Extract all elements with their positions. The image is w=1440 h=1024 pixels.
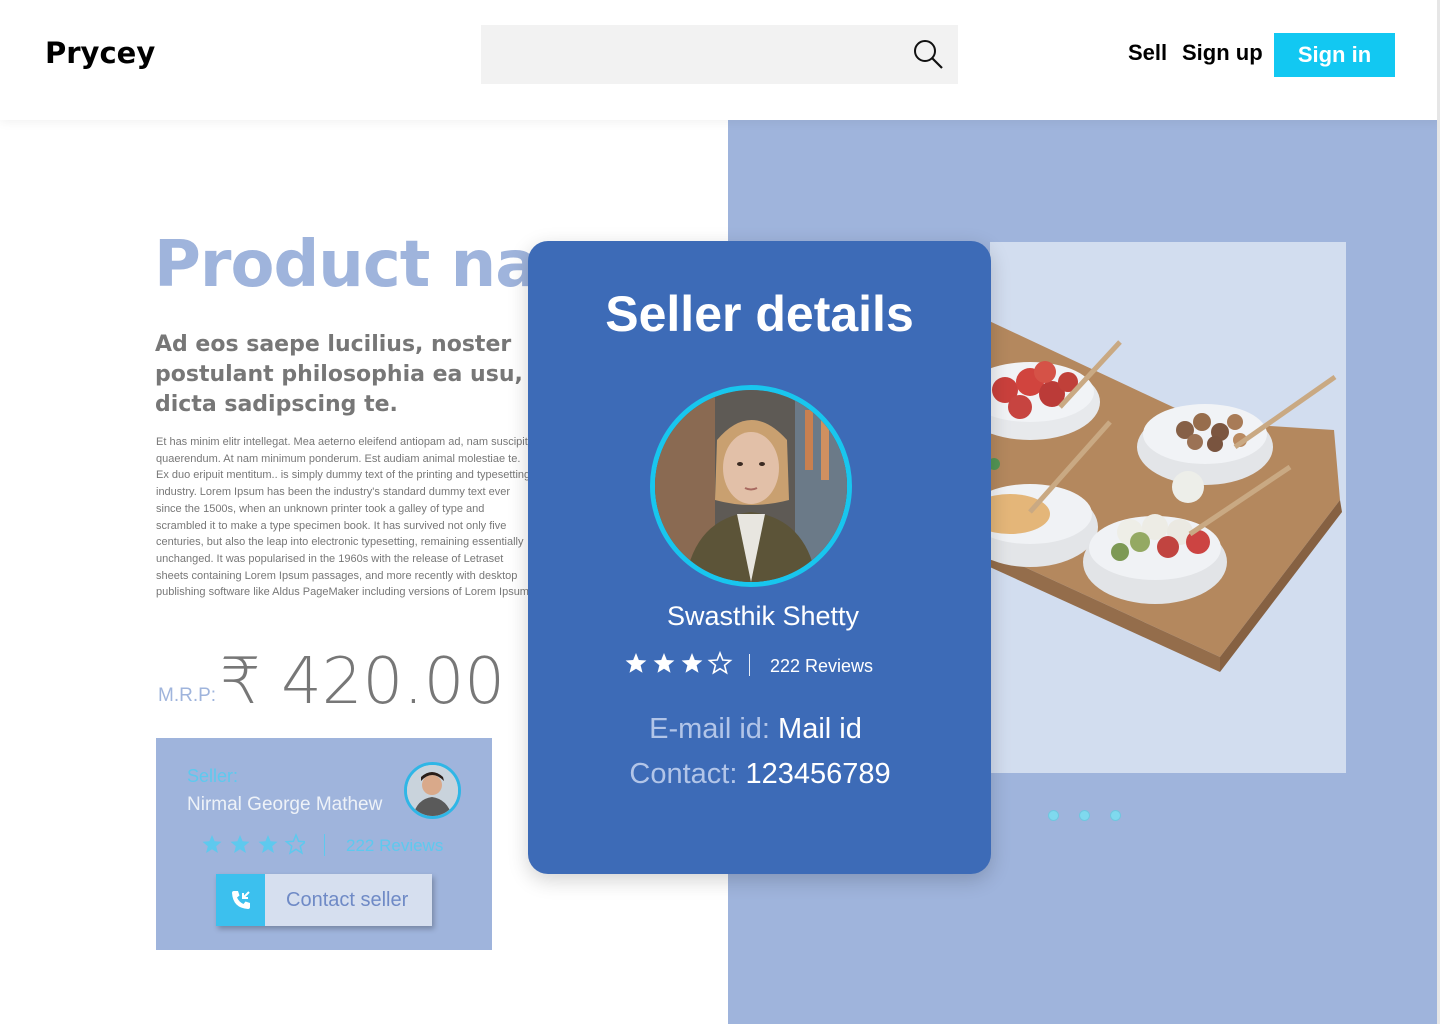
seller-details-divider xyxy=(749,654,750,676)
contact-label: Contact: xyxy=(629,758,738,790)
seller-photo xyxy=(655,390,847,582)
carousel-dot-2[interactable] xyxy=(1079,810,1090,821)
top-header: Prycey Sell Sign up Sign in xyxy=(0,0,1440,120)
seller-summary-card[interactable]: Seller: Nirmal George Mathew 222 Reviews xyxy=(156,738,492,950)
seller-email-row: E-mail id: Mail id xyxy=(528,713,983,746)
seller-details-title: Seller details xyxy=(605,286,914,342)
product-description: Et has minim elitr intellegat. Mea aeter… xyxy=(156,436,533,599)
search-bar[interactable] xyxy=(481,25,958,84)
sign-in-button[interactable]: Sign in xyxy=(1274,33,1395,77)
product-subtitle: Ad eos saepe lucilius, noster postulant … xyxy=(155,332,523,417)
carousel-dot-3[interactable] xyxy=(1110,810,1121,821)
nav-sign-up-link[interactable]: Sign up xyxy=(1182,40,1263,66)
contact-seller-label: Contact seller xyxy=(286,889,409,911)
food-bowls-image xyxy=(990,242,1346,773)
email-label: E-mail id: xyxy=(649,713,770,745)
logo[interactable]: Prycey xyxy=(45,36,155,70)
search-icon[interactable] xyxy=(912,38,944,70)
avatar[interactable] xyxy=(404,762,461,819)
seller-avatar-image xyxy=(407,765,458,816)
nav-sell-link[interactable]: Sell xyxy=(1128,40,1167,66)
product-price: ₹ 420.00 xyxy=(220,645,505,719)
seller-rating-divider xyxy=(324,834,325,856)
seller-name[interactable]: Nirmal George Mathew xyxy=(187,794,382,816)
seller-rating-stars xyxy=(202,834,305,854)
product-image[interactable] xyxy=(990,242,1346,773)
email-value[interactable]: Mail id xyxy=(778,713,862,745)
seller-details-name: Swasthik Shetty xyxy=(666,601,860,631)
seller-details-modal: Seller details Swasthik Shetty 222 Revie xyxy=(528,241,991,874)
seller-details-rating-stars xyxy=(625,652,732,674)
seller-contact-row: Contact: 123456789 xyxy=(528,758,992,791)
avatar[interactable] xyxy=(650,385,852,587)
contact-seller-button[interactable]: Contact seller xyxy=(216,874,432,926)
phone-incoming-icon xyxy=(216,874,265,926)
seller-label: Seller: xyxy=(187,766,239,786)
carousel-dot-1[interactable] xyxy=(1048,810,1059,821)
seller-reviews-link[interactable]: 222 Reviews xyxy=(346,836,443,856)
contact-value[interactable]: 123456789 xyxy=(745,758,890,790)
seller-details-reviews-link[interactable]: 222 Reviews xyxy=(770,656,873,677)
mrp-label: M.R.P: xyxy=(158,685,217,706)
